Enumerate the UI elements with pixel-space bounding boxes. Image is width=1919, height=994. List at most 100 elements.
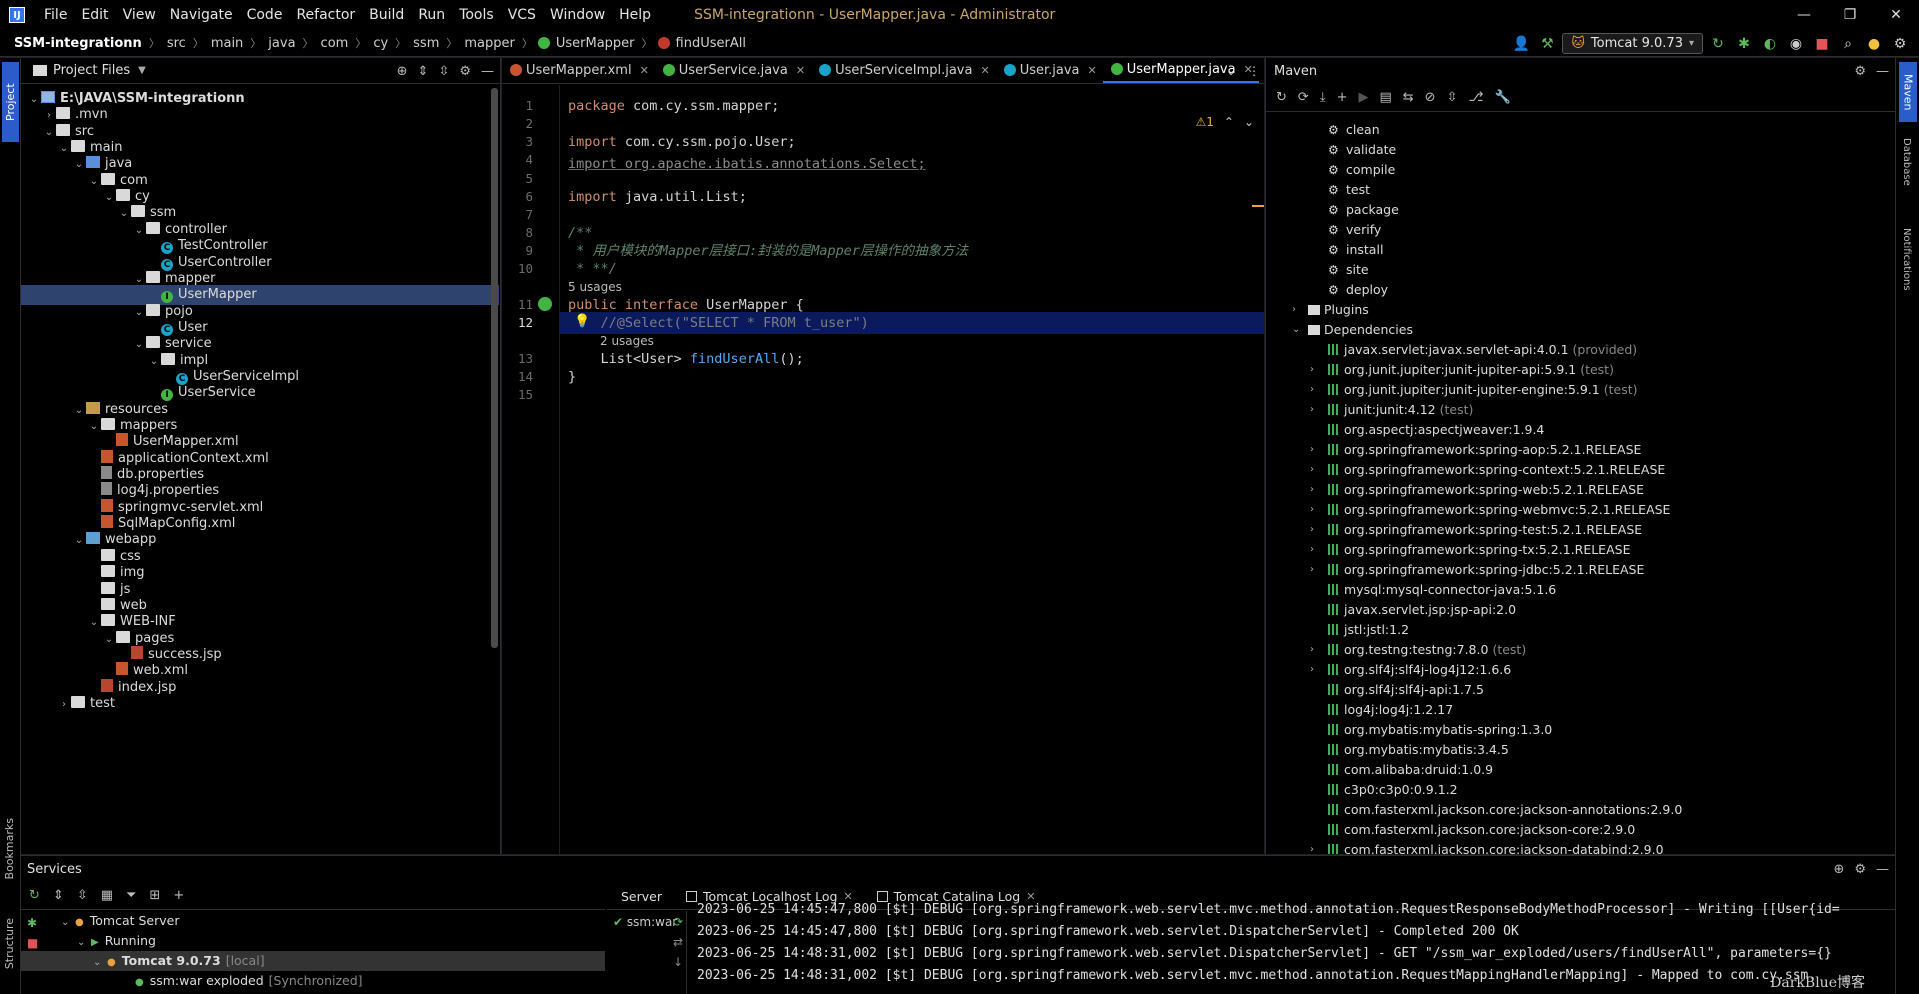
maven-goal[interactable]: ⚙ site xyxy=(1328,260,1369,280)
debug-icon[interactable]: ✱ xyxy=(1733,33,1755,55)
editor-tab[interactable]: UserServiceImpl.java ✕ xyxy=(811,57,996,83)
maven-dependency[interactable]: org.springframework:spring-test:5.2.1.RE… xyxy=(1328,520,1642,540)
breadcrumb-item[interactable]: com xyxy=(319,36,351,51)
expand-arrow-icon[interactable]: › xyxy=(1310,520,1322,540)
chevron-down-icon[interactable]: ⌄ xyxy=(1226,64,1236,78)
skip-tests-icon[interactable]: ⊘ xyxy=(1425,90,1436,105)
download-icon[interactable]: ⤓ xyxy=(1320,90,1326,105)
coverage-icon[interactable]: ◐ xyxy=(1759,33,1781,55)
expand-arrow-icon[interactable]: › xyxy=(1310,560,1322,580)
project-view-selector[interactable]: Project Files xyxy=(53,63,130,78)
database-tool-button[interactable]: Database xyxy=(1901,138,1912,186)
run-icon[interactable]: ▶ xyxy=(1358,90,1368,105)
run-configuration-select[interactable]: 🐱 Tomcat 9.0.73 ▾ xyxy=(1562,33,1703,54)
profile-icon[interactable]: ◉ xyxy=(1785,33,1807,55)
collapse-all-icon[interactable]: ⇳ xyxy=(438,64,449,79)
close-icon[interactable]: ✕ xyxy=(1088,64,1097,77)
maven-dependency[interactable]: log4j:log4j:1.2.17 xyxy=(1328,700,1453,720)
maven-tool-button[interactable]: Maven xyxy=(1899,62,1917,122)
add-service-icon[interactable]: ⊕ xyxy=(1833,862,1844,877)
maven-dependency[interactable]: org.springframework:spring-context:5.2.1… xyxy=(1328,460,1665,480)
maven-dependency[interactable]: javax.servlet.jsp:jsp-api:2.0 xyxy=(1328,600,1516,620)
show-dependencies-icon[interactable]: ⎇ xyxy=(1468,90,1483,105)
expand-arrow-icon[interactable]: › xyxy=(1310,660,1322,680)
maven-dependency[interactable]: c3p0:c3p0:0.9.1.2 xyxy=(1328,780,1458,800)
service-item[interactable]: ⌄ ● Tomcat Server xyxy=(21,911,179,931)
maven-dependency[interactable]: com.alibaba:druid:1.0.9 xyxy=(1328,760,1493,780)
hide-icon[interactable]: — xyxy=(1876,64,1889,79)
stop-icon[interactable]: ■ xyxy=(1811,33,1833,55)
maven-dependency[interactable]: org.mybatis:mybatis:3.4.5 xyxy=(1328,740,1509,760)
reload-icon[interactable]: ↻ xyxy=(1276,90,1287,105)
breadcrumb-item[interactable]: ssm xyxy=(411,36,441,51)
maven-goal[interactable]: ⚙ package xyxy=(1328,200,1399,220)
expand-arrow-icon[interactable]: › xyxy=(1310,440,1322,460)
maven-dependency[interactable]: jstl:jstl:1.2 xyxy=(1328,620,1409,640)
service-item[interactable]: ● ssm:war exploded [Synchronized] xyxy=(21,971,363,991)
minimize-button[interactable]: — xyxy=(1781,0,1827,30)
expand-arrow-icon[interactable]: › xyxy=(1310,840,1322,854)
close-icon[interactable]: ✕ xyxy=(980,64,989,77)
expand-arrow-icon[interactable]: ⌄ xyxy=(77,933,91,953)
maven-dependency[interactable]: org.slf4j:slf4j-log4j12:1.6.6 xyxy=(1328,660,1511,680)
more-vertical-icon[interactable]: ⋮ xyxy=(1248,64,1260,78)
maven-dependency[interactable]: com.fasterxml.jackson.core:jackson-annot… xyxy=(1328,800,1682,820)
menu-edit[interactable]: Edit xyxy=(74,0,115,30)
chevron-up-icon[interactable]: ⌃ xyxy=(1224,115,1234,129)
expand-arrow-icon[interactable]: › xyxy=(1310,360,1322,380)
menu-window[interactable]: Window xyxy=(543,0,612,30)
close-icon[interactable]: ✕ xyxy=(640,64,649,77)
log-tab[interactable]: Server xyxy=(611,883,672,910)
breadcrumb-item[interactable]: SSM-integrationn xyxy=(12,36,144,51)
breadcrumb-item[interactable]: findUserAll xyxy=(674,36,748,51)
maven-dependency[interactable]: org.springframework:spring-tx:5.2.1.RELE… xyxy=(1328,540,1630,560)
updates-icon[interactable]: ● xyxy=(1863,33,1885,55)
breadcrumb-item[interactable]: src xyxy=(165,36,188,51)
settings-gear-icon[interactable]: ⚙ xyxy=(1889,33,1911,55)
group-icon[interactable]: ▦ xyxy=(101,888,113,903)
hide-icon[interactable]: — xyxy=(481,64,494,79)
maven-goal[interactable]: ⚙ install xyxy=(1328,240,1383,260)
breadcrumb-item[interactable]: cy xyxy=(371,36,390,51)
menu-build[interactable]: Build xyxy=(362,0,411,30)
expand-all-icon[interactable]: ⇕ xyxy=(53,888,64,903)
collapse-icon[interactable]: ⇳ xyxy=(1447,90,1458,105)
menu-help[interactable]: Help xyxy=(612,0,658,30)
hide-icon[interactable]: — xyxy=(1876,862,1889,877)
breadcrumb-item[interactable]: java xyxy=(266,36,297,51)
structure-tool-button[interactable]: Structure xyxy=(3,918,16,969)
breadcrumb-item[interactable]: UserMapper xyxy=(554,36,637,51)
menu-navigate[interactable]: Navigate xyxy=(163,0,240,30)
generate-sources-icon[interactable]: ⟳ xyxy=(1298,90,1309,105)
menu-view[interactable]: View xyxy=(116,0,163,30)
swap-icon[interactable]: ⇄ xyxy=(673,935,683,949)
close-icon[interactable]: ✕ xyxy=(796,64,805,77)
menu-refactor[interactable]: Refactor xyxy=(289,0,362,30)
inspection-widget[interactable]: ⚠1 ⌃ ⌄ xyxy=(1195,115,1254,129)
close-window-button[interactable]: ✕ xyxy=(1873,0,1919,30)
user-icon[interactable]: 👤 xyxy=(1510,33,1532,55)
maven-plugins[interactable]: Plugins xyxy=(1308,300,1369,320)
breadcrumb-item[interactable]: mapper xyxy=(462,36,516,51)
maven-dependency[interactable]: org.mybatis:mybatis-spring:1.3.0 xyxy=(1328,720,1552,740)
expand-arrow-icon[interactable]: › xyxy=(1310,400,1322,420)
maven-goal[interactable]: ⚙ verify xyxy=(1328,220,1381,240)
expand-arrow-icon[interactable]: › xyxy=(1310,460,1322,480)
notifications-tool-button[interactable]: Notifications xyxy=(1901,228,1912,291)
maven-dependency[interactable]: org.slf4j:slf4j-api:1.7.5 xyxy=(1328,680,1484,700)
maven-goal[interactable]: ⚙ validate xyxy=(1328,140,1396,160)
editor-tab[interactable]: User.java ✕ xyxy=(996,57,1103,83)
expand-arrow-icon[interactable]: › xyxy=(57,695,71,715)
expand-arrow-icon[interactable]: ⌄ xyxy=(1292,320,1304,340)
project-tool-button[interactable]: Project xyxy=(2,62,19,142)
maven-goal[interactable]: ⚙ deploy xyxy=(1328,280,1388,300)
expand-arrow-icon[interactable]: ⌄ xyxy=(61,913,75,933)
rerun-icon[interactable]: ↻ xyxy=(1707,33,1729,55)
expand-arrow-icon[interactable]: › xyxy=(1292,300,1304,320)
maven-dependency[interactable]: org.springframework:spring-jdbc:5.2.1.RE… xyxy=(1328,560,1644,580)
add-icon[interactable]: + xyxy=(1337,90,1348,105)
maven-goal[interactable]: ⚙ test xyxy=(1328,180,1370,200)
expand-all-icon[interactable]: ⇕ xyxy=(418,64,429,79)
bookmarks-tool-button[interactable]: Bookmarks xyxy=(3,818,16,879)
wrench-icon[interactable]: 🔧 xyxy=(1494,90,1510,105)
